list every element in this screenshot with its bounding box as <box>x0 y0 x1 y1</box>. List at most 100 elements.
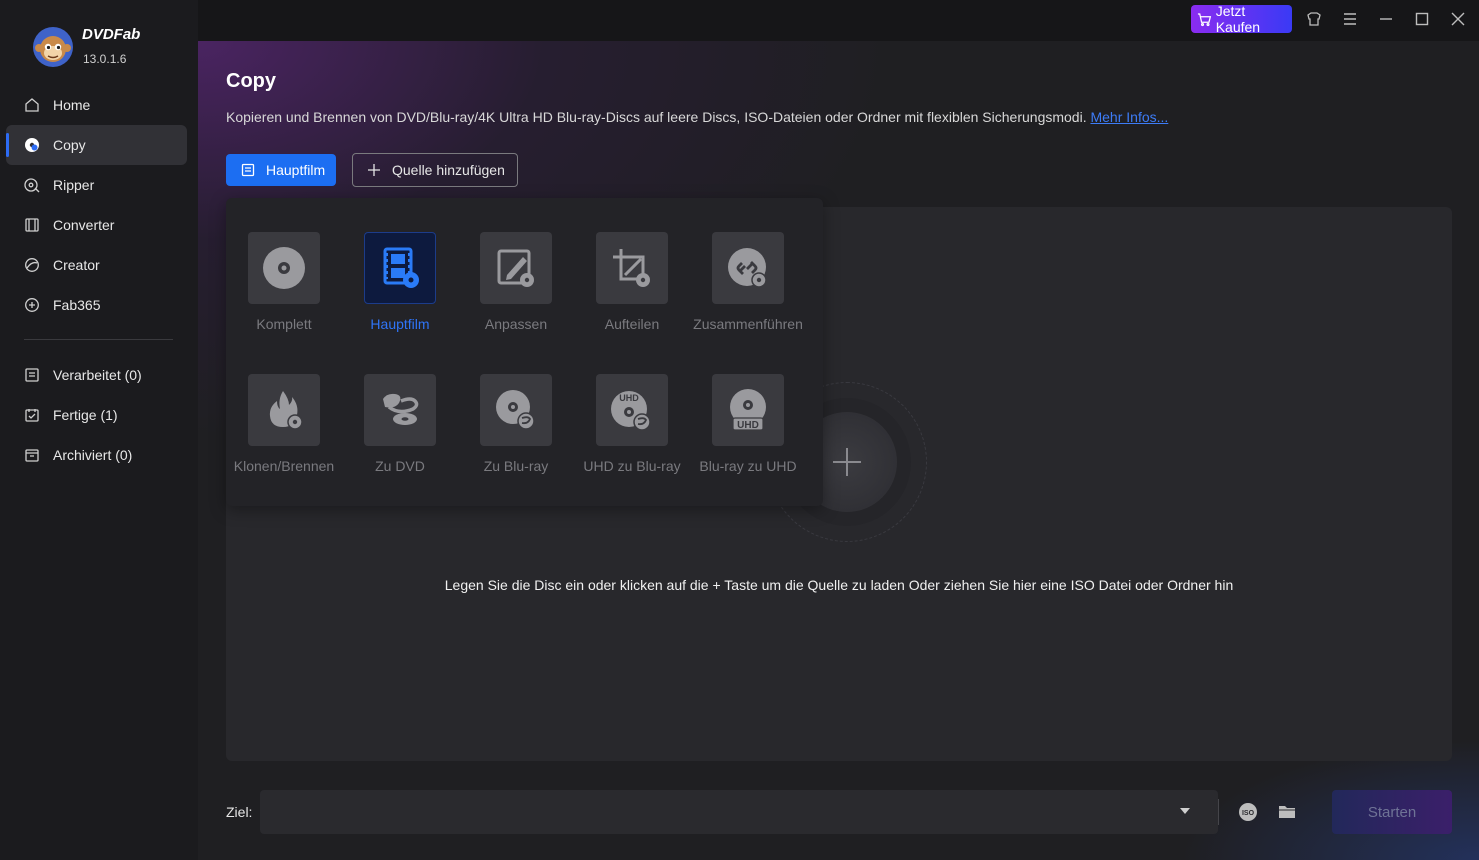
film-icon <box>383 247 419 288</box>
split-icon <box>613 249 650 287</box>
app-name: DVDFab <box>82 26 141 43</box>
uhd-to-bluray-icon: UHD <box>611 391 651 431</box>
mode-label: Zu Blu-ray <box>483 458 549 474</box>
merge-icon <box>728 248 767 288</box>
mode-hauptfilm[interactable]: Hauptfilm <box>342 232 458 332</box>
mode-label: Zusammenführen <box>693 316 803 332</box>
app-version: 13.0.1.6 <box>83 52 127 66</box>
sidebar-item-copy[interactable]: Copy <box>6 125 187 165</box>
mode-label: UHD zu Blu-ray <box>583 458 681 474</box>
copy-mode-button[interactable]: Hauptfilm <box>226 154 336 186</box>
home-icon <box>25 98 39 112</box>
page-title: Copy <box>226 70 276 92</box>
output-separator <box>1218 799 1219 825</box>
close-icon[interactable] <box>1449 10 1467 28</box>
mode-anpassen[interactable]: Anpassen <box>458 232 574 332</box>
output-label: Ziel: <box>226 804 253 820</box>
title-bar: Jetzt Kaufen <box>198 0 1479 41</box>
mode-tile <box>248 374 320 446</box>
sidebar-item-finished[interactable]: Fertige (1) <box>6 395 187 435</box>
svg-text:ISO: ISO <box>1242 810 1255 817</box>
iso-icon[interactable]: ISO <box>1238 802 1258 822</box>
to-bluray-icon <box>496 390 535 430</box>
plus-icon <box>368 164 380 176</box>
mode-komplett[interactable]: Komplett <box>226 232 342 332</box>
mode-label: Blu-ray zu UHD <box>699 458 797 474</box>
mode-tile <box>596 232 668 304</box>
mode-tile: UHD <box>596 374 668 446</box>
output-path-select[interactable] <box>260 790 1218 834</box>
mode-bluray-zu-uhd[interactable]: UHD Blu-ray zu UHD <box>690 374 806 474</box>
mode-zusammenfuehren[interactable]: Zusammenführen <box>690 232 806 332</box>
mode-klonen-brennen[interactable]: Klonen/Brennen <box>226 374 342 474</box>
sidebar-item-creator[interactable]: Creator <box>6 245 187 285</box>
customize-icon <box>497 249 534 287</box>
sidebar-item-processed[interactable]: Verarbeitet (0) <box>6 355 187 395</box>
sidebar-item-label: Creator <box>53 257 100 273</box>
page-description: Kopieren und Brennen von DVD/Blu-ray/4K … <box>226 109 1168 125</box>
description-text: Kopieren und Brennen von DVD/Blu-ray/4K … <box>226 109 1087 125</box>
svg-text:UHD: UHD <box>619 393 639 403</box>
buy-now-button[interactable]: Jetzt Kaufen <box>1191 3 1292 35</box>
sidebar-item-archived[interactable]: Archiviert (0) <box>6 435 187 475</box>
minimize-icon[interactable] <box>1377 10 1395 28</box>
film-mode-icon <box>241 163 255 177</box>
sidebar-item-label: Verarbeitet (0) <box>53 367 142 383</box>
archive-icon <box>25 449 39 462</box>
buy-now-label: Jetzt Kaufen <box>1215 3 1261 35</box>
mode-aufteilen[interactable]: Aufteilen <box>574 232 690 332</box>
mode-tile <box>480 232 552 304</box>
bluray-to-uhd-icon: UHD <box>730 389 766 431</box>
cart-icon <box>1197 12 1212 26</box>
mode-tile: UHD <box>712 374 784 446</box>
main-nav: Home Copy Ripper Converter Creator Fab36… <box>6 85 187 325</box>
sidebar-item-label: Fab365 <box>53 297 101 313</box>
disc-icon <box>263 247 305 289</box>
skin-icon[interactable] <box>1305 10 1323 28</box>
mode-label: Anpassen <box>484 316 548 332</box>
sidebar-item-label: Copy <box>53 137 86 153</box>
sidebar-item-converter[interactable]: Converter <box>6 205 187 245</box>
mode-tile <box>480 374 552 446</box>
add-source-label: Quelle hinzufügen <box>392 162 505 178</box>
drop-hint-text: Legen Sie die Disc ein oder klicken auf … <box>444 577 1234 593</box>
more-info-link[interactable]: Mehr Infos... <box>1090 109 1168 125</box>
dropdown-arrow-icon[interactable] <box>1180 808 1190 814</box>
finished-icon <box>25 409 39 422</box>
main-panel: Jetzt Kaufen Copy Kopieren und Brennen v… <box>198 0 1479 860</box>
mode-label: Komplett <box>256 316 312 332</box>
mode-zu-dvd[interactable]: Zu DVD <box>342 374 458 474</box>
mode-label: Zu DVD <box>375 458 425 474</box>
svg-text:UHD: UHD <box>737 420 759 431</box>
mode-uhd-zu-bluray[interactable]: UHD UHD zu Blu-ray <box>574 374 690 474</box>
maximize-icon[interactable] <box>1413 10 1431 28</box>
sidebar-item-fab365[interactable]: Fab365 <box>6 285 187 325</box>
plus-large-icon <box>833 448 861 476</box>
processed-icon <box>25 368 39 382</box>
add-source-button[interactable]: Quelle hinzufügen <box>352 153 518 187</box>
fab365-icon <box>25 298 39 312</box>
sidebar-item-label: Home <box>53 97 91 113</box>
mode-zu-bluray[interactable]: Zu Blu-ray <box>458 374 574 474</box>
copy-disc-icon <box>25 138 39 152</box>
mode-tile <box>712 232 784 304</box>
mode-label: Aufteilen <box>604 316 660 332</box>
menu-icon[interactable] <box>1341 10 1359 28</box>
sidebar-item-label: Archiviert (0) <box>53 447 133 463</box>
folder-icon[interactable] <box>1277 802 1297 822</box>
converter-icon <box>25 218 39 232</box>
sidebar-divider <box>24 339 173 340</box>
to-dvd-icon <box>383 393 419 425</box>
mode-tile <box>248 232 320 304</box>
queue-nav: Verarbeitet (0) Fertige (1) Archiviert (… <box>6 355 187 475</box>
creator-icon <box>25 258 39 272</box>
sidebar-item-ripper[interactable]: Ripper <box>6 165 187 205</box>
sidebar-item-home[interactable]: Home <box>6 85 187 125</box>
mode-label: Hauptfilm <box>370 316 430 332</box>
ripper-icon <box>24 178 40 193</box>
clone-burn-icon <box>269 391 303 430</box>
dvdfab-logo-icon <box>33 27 73 67</box>
copy-mode-panel: Komplett Hauptfilm Anpassen Aufteilen Zu… <box>226 198 823 506</box>
start-button[interactable]: Starten <box>1332 790 1452 834</box>
mode-tile <box>364 232 436 304</box>
